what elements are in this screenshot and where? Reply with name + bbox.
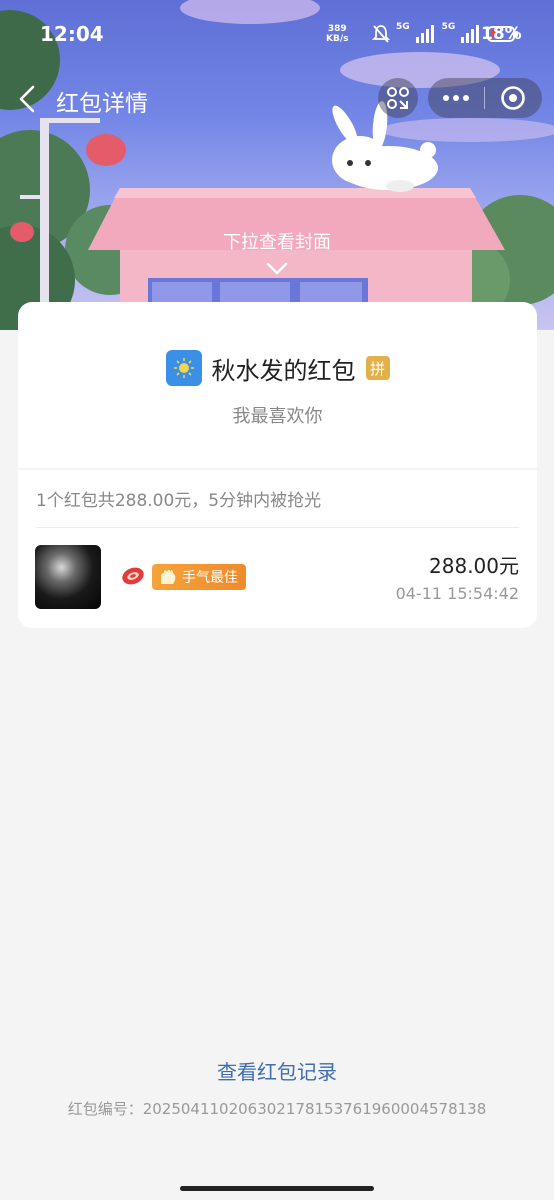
- mute-bell-icon: [372, 25, 390, 43]
- receiver-amount: 288.00元: [429, 554, 519, 578]
- view-records-link[interactable]: 查看红包记录: [0, 1056, 554, 1085]
- signal-bars-icon: [461, 25, 480, 43]
- mini-program-capsule: [428, 78, 542, 118]
- net-speed-value: 389: [327, 24, 347, 34]
- status-time: 12:04: [40, 22, 104, 46]
- receiver-time: 04-11 15:54:42: [395, 584, 519, 603]
- pull-cover-hint: 下拉查看封面: [223, 232, 331, 253]
- sender-avatar[interactable]: [165, 350, 202, 386]
- receiver-avatar[interactable]: [35, 545, 101, 609]
- signal2-label: 5G: [441, 22, 456, 32]
- best-luck-tag: 手气最佳: [152, 564, 246, 590]
- sender-row: 秋水发的红包 拼: [18, 348, 537, 388]
- more-button[interactable]: [428, 78, 484, 118]
- status-bar: 12:04 389 KB/s 5G 5G 18%: [0, 0, 554, 70]
- sender-title: 秋水发的红包: [211, 356, 356, 385]
- target-close-icon: [501, 86, 525, 110]
- crown-hand-icon: [161, 569, 176, 584]
- close-button[interactable]: [485, 78, 541, 118]
- blessing-text: 我最喜欢你: [232, 406, 323, 427]
- chevron-left-icon: [19, 85, 35, 113]
- page-title: 红包详情: [56, 91, 148, 117]
- packet-summary: 1个红包共288.00元，5分钟内被抢光: [36, 491, 322, 511]
- scan-people-icon: [387, 87, 409, 109]
- more-dots-icon: [443, 95, 469, 101]
- net-speed-unit: KB/s: [326, 34, 349, 44]
- nav-bar: 红包详情: [0, 78, 554, 124]
- share-button[interactable]: [378, 78, 418, 118]
- home-indicator[interactable]: [180, 1186, 374, 1191]
- row-divider: [36, 527, 519, 528]
- chevron-down-icon: [266, 262, 288, 275]
- packet-serial: 红包编号：20250411020630217815376196000457813…: [67, 1100, 487, 1118]
- back-button[interactable]: [16, 84, 40, 114]
- signal1-label: 5G: [396, 22, 410, 32]
- red-packet-card: 秋水发的红包 拼 我最喜欢你 1个红包共288.00元，5分钟内被抢光 手气最佳…: [18, 302, 537, 628]
- meat-icon: [122, 567, 144, 585]
- best-luck-label: 手气最佳: [182, 570, 238, 586]
- section-divider: [18, 468, 537, 470]
- net-speed: 389 KB/s: [326, 24, 348, 44]
- pin-badge: 拼: [365, 356, 390, 380]
- signal-bars-icon: [415, 25, 434, 43]
- battery-percent: 18%: [481, 24, 522, 44]
- sun-icon: [173, 358, 194, 378]
